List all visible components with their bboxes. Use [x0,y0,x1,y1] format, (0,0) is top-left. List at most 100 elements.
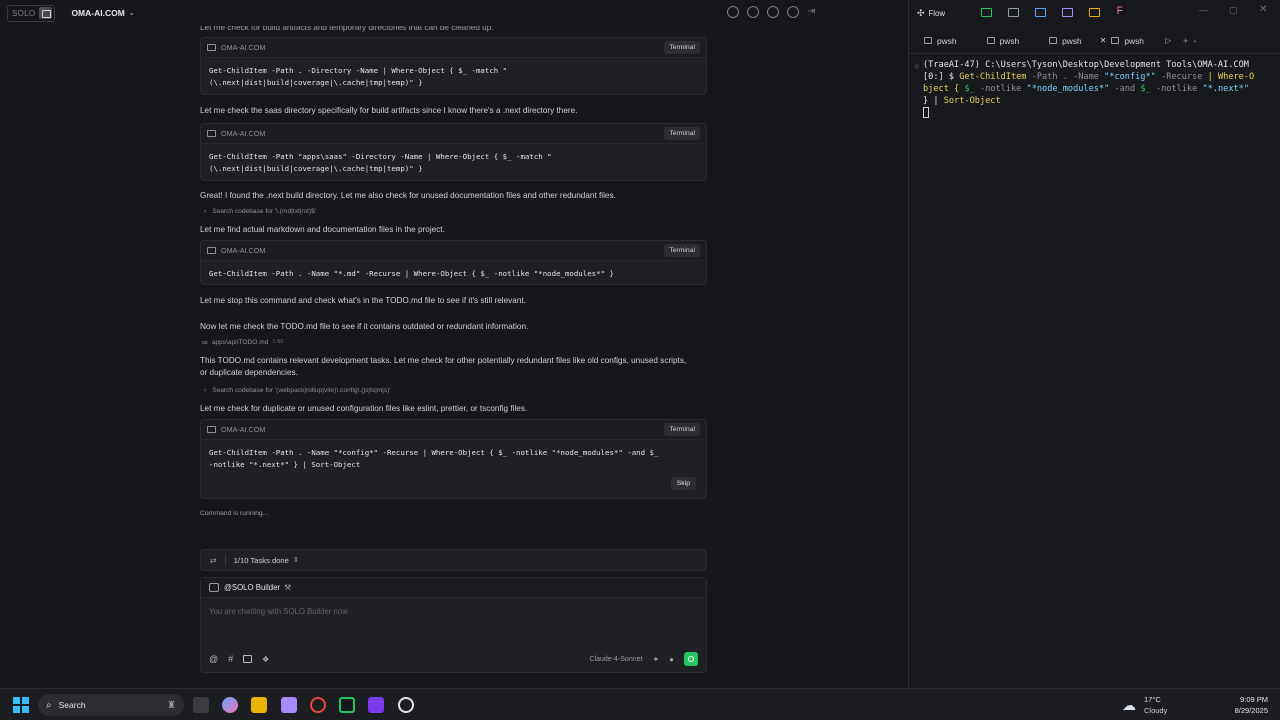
card-header: OMA-AI.COM Terminal [201,420,706,440]
terminal-button[interactable]: Terminal [664,423,700,436]
new-terminal-icon[interactable]: + [1183,36,1188,46]
message: Let me find actual markdown and document… [200,225,445,234]
command-text: Get-ChildItem -Path . -Directory -Name |… [209,66,508,87]
github-icon[interactable] [398,697,414,713]
docs-view-icon[interactable] [1062,8,1073,17]
string: "*config*" [1104,72,1156,82]
model-selector[interactable]: Claude-4-Sonnet [590,656,643,663]
collapse-icon[interactable]: ⇥ [807,6,815,18]
terminal-button[interactable]: Terminal [664,127,700,140]
cmd-cont: } | [923,96,944,106]
flow-tab[interactable]: Flow [929,9,945,18]
close-icon[interactable]: ✕ [1100,36,1107,45]
app-icon-2[interactable] [368,697,384,713]
terminal-card: OMA-AI.COM Terminal Get-ChildItem -Path … [200,37,707,95]
search-codebase-step[interactable]: › Search codebase for '\.(md|txt|rst)$' [200,204,707,218]
param: -notlike [1150,84,1203,94]
terminal-card: OMA-AI.COM Terminal Get-ChildItem -Path … [200,240,707,285]
cwd-line: (TraeAI-47) C:\Users\Tyson\Desktop\Devel… [923,60,1249,70]
settings-icon[interactable] [767,6,779,18]
terminal-button[interactable]: Terminal [664,244,700,257]
tab-label: pwsh [1062,35,1082,46]
app-icon[interactable] [281,697,297,713]
input-toolbar: @ # ❖ Claude-4-Sonnet ✦ ● [201,652,706,666]
card-title: OMA-AI.COM [221,43,266,52]
tasks-divider [224,554,226,566]
trae-icon[interactable] [339,697,355,713]
file-explorer-icon[interactable] [251,697,267,713]
task-view-icon[interactable] [193,697,209,713]
minimize-icon[interactable]: — [1199,5,1208,15]
message: Let me check for duplicate or unused con… [200,404,528,413]
account-icon[interactable] [787,6,799,18]
chevron-right-icon: › [204,386,207,394]
clock-date[interactable]: 8/29/2025 [1235,706,1268,715]
file-reference[interactable]: ∞ apps\api\TODO.md 1-50 [200,335,707,349]
add-chat-icon[interactable] [727,6,739,18]
clock-time[interactable]: 9:09 PM [1240,695,1268,704]
editor-view-icon[interactable] [1008,8,1019,17]
agent-icon [209,583,219,592]
figma-icon[interactable]: ❖ [262,655,269,664]
prompt: [0:] $ [923,72,960,82]
opera-icon[interactable] [310,697,326,713]
tasks-bar[interactable]: ⇄ 1/10 Tasks done ⇕ [200,549,707,571]
tab-pwsh-4-active[interactable]: ✕ pwsh [1091,36,1153,46]
chat-input[interactable]: You are chatting with SOLO Builder now [201,598,706,648]
card-header: OMA-AI.COM Terminal [201,241,706,261]
figma-logo-icon[interactable]: ᖴ [1117,6,1123,17]
weather-icon[interactable]: ☁ [1122,697,1136,714]
cmd-cont: bject { [923,84,965,94]
message-partial: Let me check for build artifacts and tem… [200,26,494,32]
mention-icon[interactable]: @ [209,654,218,664]
status-text: Command is running... [200,510,269,517]
browser-view-icon[interactable] [1035,8,1046,17]
solo-logo[interactable]: SOLO [7,4,56,22]
chat-thread: Let me check for build artifacts and tem… [200,26,707,520]
agent-name[interactable]: @SOLO Builder [224,583,280,592]
taskbar-search[interactable]: ⌕ Search ♜ [38,694,184,716]
terminal-panel: ✣ Flow ᖴ — ▢ ✕ pwsh pwsh pwsh ✕ pwsh ▷ +… [908,0,1280,688]
copilot-icon[interactable] [222,697,238,713]
param: -Recurse [1155,72,1208,82]
search-label: Search [58,700,86,710]
cmd-name: Sort-Object [943,96,1001,106]
terminal-icon [1049,37,1058,44]
windows-start-icon[interactable] [13,697,29,713]
top-actions: ⇥ [727,6,815,18]
chat-input-box: @SOLO Builder ⚒ You are chatting with SO… [200,577,707,673]
send-button[interactable] [684,652,698,666]
mic-icon[interactable]: ● [669,655,674,664]
terminal-output[interactable]: ○ (TraeAI-47) C:\Users\Tyson\Desktop\Deve… [909,54,1280,127]
terminal-icon [924,37,932,44]
terminal-icon [207,426,216,433]
chevron-down-icon[interactable]: ⌄ [1192,37,1197,44]
logo-text: SOLO [12,8,36,18]
tab-pwsh-2[interactable]: pwsh [978,36,1029,46]
hash-icon[interactable]: # [228,654,233,664]
search-query: Search codebase for '(webpack|rollup|vit… [212,386,391,394]
var: $_ [964,84,975,94]
search-icon: ⌕ [46,699,52,711]
maximize-icon[interactable]: ▢ [1229,5,1238,16]
close-window-icon[interactable]: ✕ [1259,4,1267,15]
terminal-button[interactable]: Terminal [664,41,700,54]
tab-pwsh-3[interactable]: pwsh [1040,36,1091,46]
figma-view-icon[interactable] [1089,8,1100,17]
sparkle-icon[interactable]: ✦ [652,655,659,664]
tab-label: pwsh [999,35,1020,46]
file-path: apps\api\TODO.md [211,338,269,346]
tab-label: pwsh [937,35,957,46]
history-icon[interactable] [747,6,759,18]
skip-button[interactable]: Skip [670,477,696,490]
card-header: OMA-AI.COM Terminal [201,38,706,58]
tab-pwsh-1[interactable]: pwsh [915,36,966,46]
terminal-card-running: OMA-AI.COM Terminal Get-ChildItem -Path … [200,419,707,499]
run-icon[interactable]: ▷ [1165,36,1171,45]
image-icon[interactable] [243,655,253,663]
workspace-selector[interactable]: OMA-AI.COM ⌄ [71,8,134,18]
file-range: 1-50 [272,339,284,345]
terminal-view-icon[interactable] [981,8,992,17]
terminal-card: OMA-AI.COM Terminal Get-ChildItem -Path … [200,123,707,181]
search-codebase-step[interactable]: › Search codebase for '(webpack|rollup|v… [200,383,707,397]
